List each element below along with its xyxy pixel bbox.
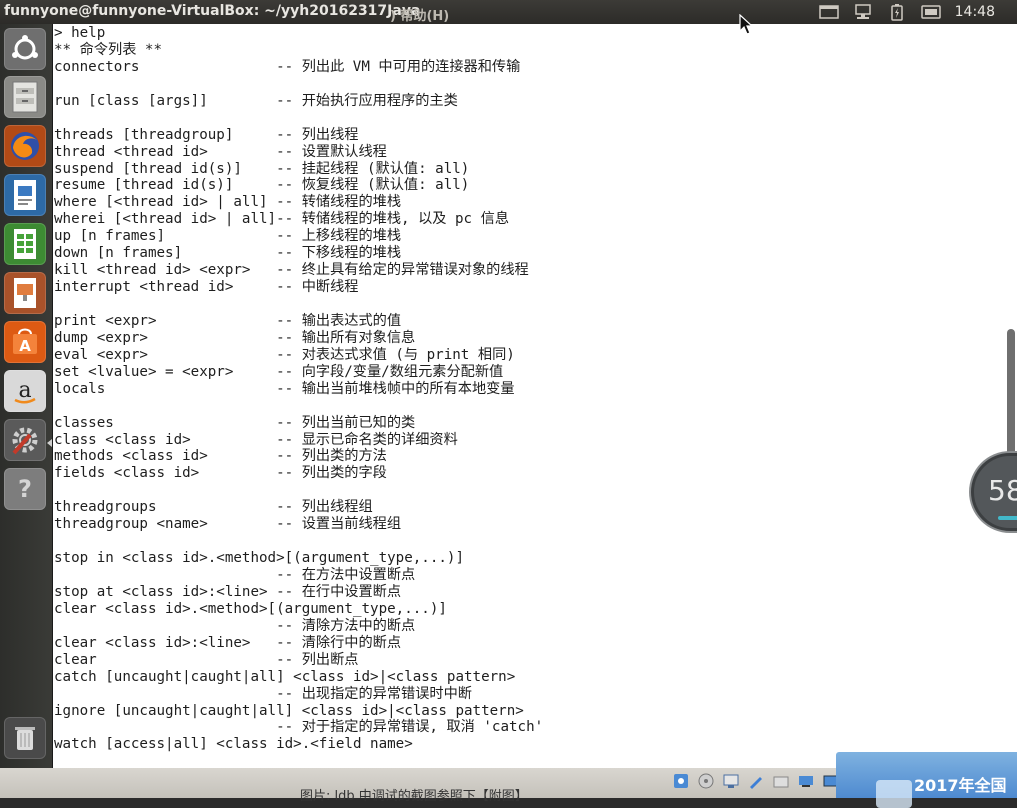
svg-text:a: a — [18, 378, 31, 403]
calc-icon[interactable] — [4, 223, 46, 265]
terminal-line: -- 对于指定的异常错误, 取消 'catch' — [54, 719, 544, 736]
banner-icon — [876, 780, 912, 808]
settings-icon[interactable] — [4, 419, 46, 461]
network-adapter-icon[interactable] — [747, 772, 765, 790]
terminal-line: ** 命令列表 ** — [54, 41, 162, 58]
terminal-line: thread <thread id> -- 设置默认线程 — [54, 143, 387, 160]
usb-icon[interactable] — [772, 772, 790, 790]
ubuntu-home-icon[interactable] — [4, 28, 46, 70]
terminal-line: watch [access|all] <class id>.<field nam… — [54, 736, 413, 753]
terminal-line: resume [thread id(s)] -- 恢复线程 (默认值: all) — [54, 177, 470, 194]
terminal-line: classes -- 列出当前已知的类 — [54, 414, 416, 431]
monitor-arc — [998, 516, 1017, 520]
window-title: funnyone@funnyone-VirtualBox: ~/yyh20162… — [4, 3, 421, 19]
active-indicator — [47, 439, 52, 447]
terminal-line: -- 清除方法中的断点 — [54, 617, 416, 634]
optical-drive-icon[interactable] — [697, 772, 715, 790]
terminal-line: interrupt <thread id> -- 中断线程 — [54, 279, 359, 296]
top-panel: funnyone@funnyone-VirtualBox: ~/yyh20162… — [0, 0, 1017, 24]
background-caption: 图片: ldb 中调试的截图参照下【附图】 — [300, 789, 528, 804]
terminal-line: run [class [args]] -- 开始执行应用程序的主类 — [54, 92, 458, 109]
files-icon[interactable] — [4, 76, 46, 118]
terminal-window[interactable]: > help ** 命令列表 ** connectors -- 列出此 VM 中可用… — [53, 24, 1017, 768]
terminal-line: > help — [54, 25, 106, 41]
clock[interactable]: 14:48 — [955, 4, 995, 20]
terminal-line: ignore [uncaught|caught|all] <class id>|… — [54, 702, 524, 719]
software-center-icon[interactable]: A — [4, 321, 46, 363]
terminal-line: threadgroup <name> -- 设置当前线程组 — [54, 516, 402, 533]
monitor-widget-value: 58 — [988, 474, 1017, 507]
terminal-line: methods <class id> -- 列出类的方法 — [54, 448, 387, 465]
terminal-line: catch [uncaught|caught|all] <class id>|<… — [54, 668, 516, 685]
terminal-line: locals -- 输出当前堆栈帧中的所有本地变量 — [54, 380, 515, 397]
terminal-line: eval <expr> -- 对表达式求值 (与 print 相同) — [54, 346, 515, 363]
svg-text:?: ? — [18, 475, 32, 503]
terminal-line: dump <expr> -- 输出所有对象信息 — [54, 329, 416, 346]
firefox-icon[interactable] — [4, 125, 46, 167]
terminal-line: wherei [<thread id> | all]-- 转储线程的堆栈, 以及… — [54, 211, 510, 228]
battery-icon[interactable] — [887, 4, 907, 21]
terminal-line: clear -- 列出断点 — [54, 651, 359, 668]
terminal-line: down [n frames] -- 下移线程的堆栈 — [54, 245, 402, 262]
banner-text: 2017年全国 — [914, 776, 1007, 795]
promo-banner[interactable]: 2017年全国 — [836, 752, 1017, 808]
audio-icon[interactable] — [722, 772, 740, 790]
writer-icon[interactable] — [4, 174, 46, 216]
svg-text:A: A — [19, 337, 31, 355]
terminal-line: up [n frames] -- 上移线程的堆栈 — [54, 228, 402, 245]
terminal-line: suspend [thread id(s)] -- 挂起线程 (默认值: all… — [54, 160, 470, 177]
terminal-line: threadgroups -- 列出线程组 — [54, 499, 373, 516]
help-icon[interactable]: ? — [4, 468, 46, 510]
impress-icon[interactable] — [4, 272, 46, 314]
terminal-line: clear <class id>:<line> -- 清除行中的断点 — [54, 634, 402, 651]
system-tray: 14:48 — [818, 0, 1017, 24]
shared-folders-icon[interactable] — [797, 772, 815, 790]
terminal-line: stop at <class id>:<line> -- 在行中设置断点 — [54, 583, 402, 600]
network-icon[interactable] — [853, 4, 873, 20]
hard-disk-icon[interactable] — [672, 772, 690, 790]
terminal-line: clear <class id>.<method>[(argument_type… — [54, 600, 447, 617]
terminal-line: kill <thread id> <expr> -- 终止具有给定的异常错误对象… — [54, 262, 529, 279]
terminal-line: fields <class id> -- 列出类的字段 — [54, 465, 387, 482]
terminal-line: print <expr> -- 输出表达式的值 — [54, 312, 402, 329]
terminal-line: -- 出现指定的异常错误时中断 — [54, 685, 472, 702]
terminal-line: set <lvalue> = <expr> -- 向字段/变量/数组元素分配新值 — [54, 363, 504, 380]
mouse-cursor-icon — [739, 13, 754, 40]
window-icon[interactable] — [818, 4, 839, 20]
keyboard-icon[interactable] — [920, 4, 941, 20]
terminal-line: class <class id> -- 显示已命名类的详细资料 — [54, 431, 458, 448]
terminal-line: threads [threadgroup] -- 列出线程 — [54, 126, 359, 143]
vbox-status-icons — [672, 772, 847, 790]
launcher: A a ? — [0, 24, 53, 768]
terminal-line: where [<thread id> | all] -- 转储线程的堆栈 — [54, 194, 402, 211]
terminal-line: stop in <class id>.<method>[(argument_ty… — [54, 550, 464, 567]
trash-icon[interactable] — [4, 717, 46, 759]
terminal-output: > help ** 命令列表 ** connectors -- 列出此 VM 中可用… — [54, 25, 543, 753]
terminal-line: -- 在方法中设置断点 — [54, 567, 416, 583]
terminal-line: connectors -- 列出此 VM 中可用的连接器和传输 — [54, 58, 521, 75]
amazon-icon[interactable]: a — [4, 370, 46, 412]
help-menu[interactable]: ) 帮助(H) — [390, 5, 449, 24]
